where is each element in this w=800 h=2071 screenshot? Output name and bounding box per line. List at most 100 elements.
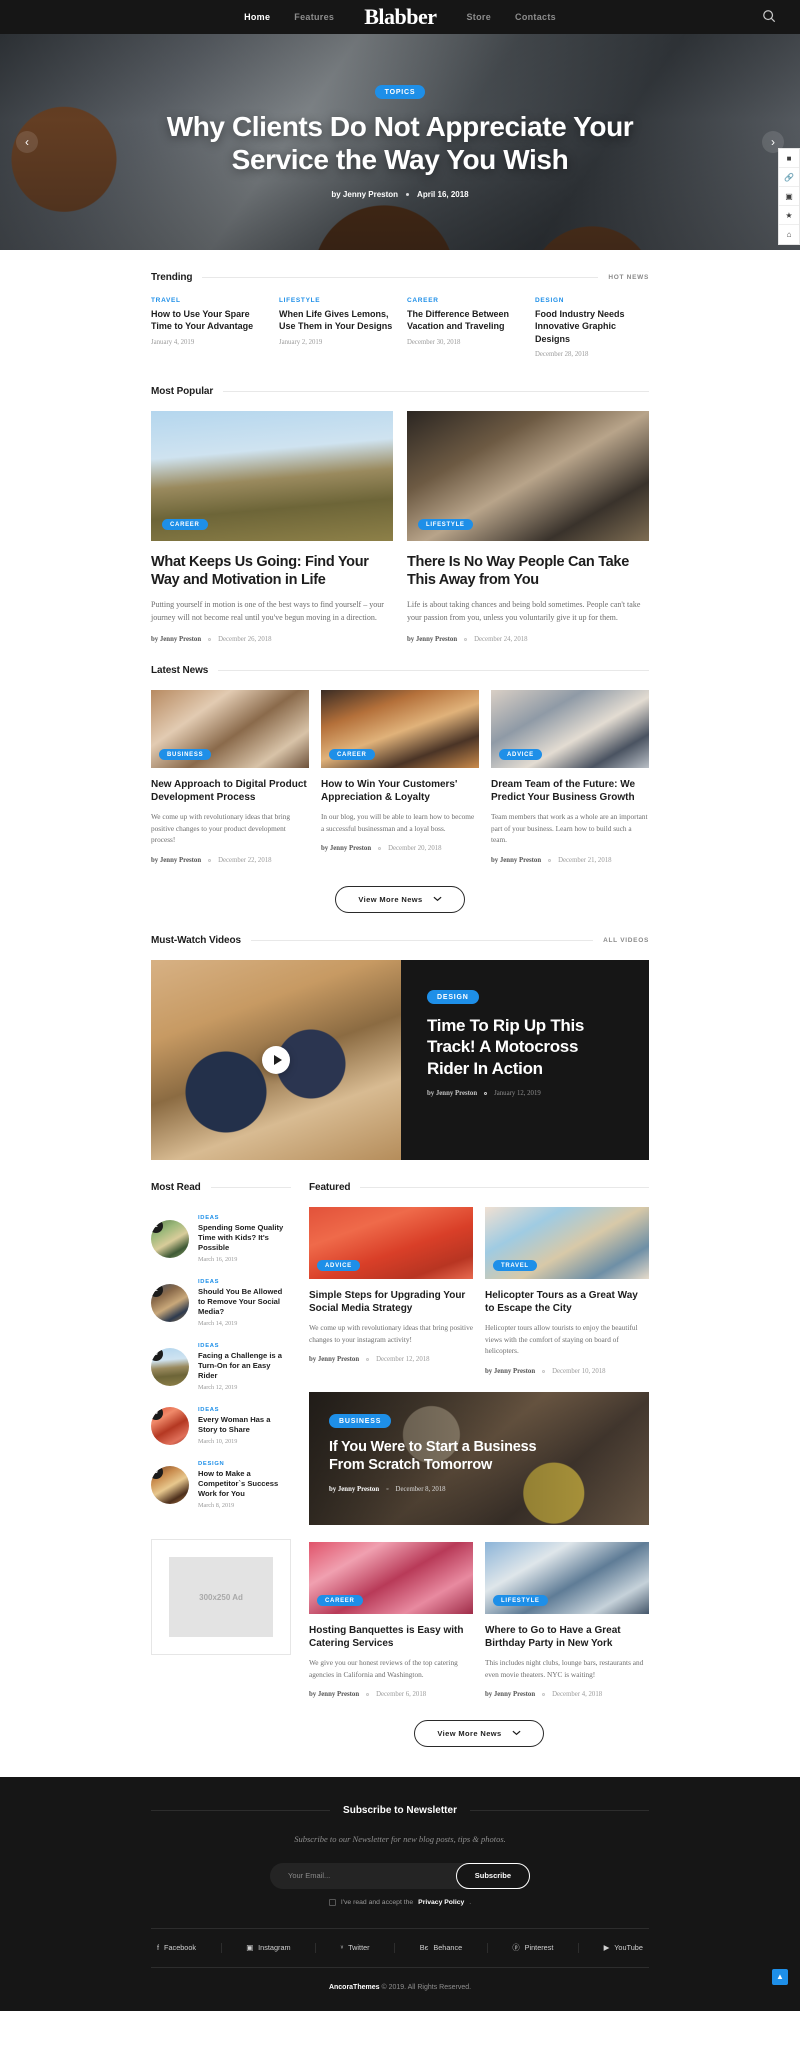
article-thumbnail[interactable]: 5 [151,1466,189,1505]
article-title[interactable]: Dream Team of the Future: We Predict You… [491,778,649,804]
social-link-facebook[interactable]: f Facebook [157,1943,196,1953]
subscribe-button[interactable]: Subscribe [455,1862,530,1889]
view-more-news-button-top[interactable]: View More News [335,886,465,914]
privacy-policy-link[interactable]: Privacy Policy [418,1899,464,1906]
hero-prev-arrow[interactable]: ‹ [16,131,38,153]
article-thumbnail[interactable]: CAREER [309,1542,473,1615]
category-badge[interactable]: BUSINESS [159,749,212,761]
social-link-twitter[interactable]: ᵛ Twitter [341,1943,370,1953]
category-badge[interactable]: LIFESTYLE [493,1595,548,1607]
social-link-instagram[interactable]: ▣ Instagram [246,1943,290,1953]
article-title[interactable]: The Difference Between Vacation and Trav… [407,308,521,333]
site-logo[interactable]: Blabber [358,4,442,30]
nav-item-store[interactable]: Store [467,12,492,22]
category-label[interactable]: CAREER [407,297,521,304]
article-title[interactable]: Simple Steps for Upgrading Your Social M… [309,1289,473,1315]
category-badge[interactable]: ADVICE [317,1260,360,1272]
category-label[interactable]: DESIGN [198,1461,291,1467]
article-title[interactable]: Where to Go to Have a Great Birthday Par… [485,1624,649,1650]
category-badge[interactable]: ADVICE [499,749,542,761]
category-label[interactable]: DESIGN [535,297,649,304]
play-icon[interactable] [262,1046,290,1075]
article-title[interactable]: How to Make a Competitor`s Success Work … [198,1469,291,1499]
article-title[interactable]: If You Were to Start a Business From Scr… [329,1438,569,1475]
trending-item[interactable]: CAREER The Difference Between Vacation a… [407,297,521,358]
featured-card[interactable]: TRAVEL Helicopter Tours as a Great Way t… [485,1207,649,1375]
image-icon[interactable]: ▣ [779,187,799,206]
most-read-item[interactable]: 2 IDEAS Should You Be Allowed to Remove … [151,1271,291,1335]
article-title[interactable]: There Is No Way People Can Take This Awa… [407,554,649,590]
nav-item-features[interactable]: Features [294,12,334,22]
category-label[interactable]: LIFESTYLE [279,297,393,304]
search-icon[interactable] [762,9,778,25]
brand-name[interactable]: AncoraThemes [329,1984,380,1991]
news-card[interactable]: ADVICE Dream Team of the Future: We Pred… [491,690,649,864]
social-link-behance[interactable]: Bє Behance [420,1943,462,1953]
video-thumbnail[interactable] [151,960,401,1161]
category-badge[interactable]: LIFESTYLE [418,519,473,531]
article-title[interactable]: When Life Gives Lemons, Use Them in Your… [279,308,393,333]
wide-featured-card[interactable]: BUSINESS If You Were to Start a Business… [309,1392,649,1526]
trending-item[interactable]: LIFESTYLE When Life Gives Lemons, Use Th… [279,297,393,358]
category-badge[interactable]: CAREER [317,1595,363,1607]
category-badge[interactable]: BUSINESS [329,1414,392,1429]
news-card[interactable]: CAREER How to Win Your Customers' Apprec… [321,690,479,864]
category-label[interactable]: IDEAS [198,1279,291,1285]
article-thumbnail[interactable]: ADVICE [491,690,649,769]
article-title[interactable]: How to Win Your Customers' Appreciation … [321,778,479,804]
article-thumbnail[interactable]: CAREER [151,411,393,542]
category-label[interactable]: TRAVEL [151,297,265,304]
view-more-news-button-bottom[interactable]: View More News [414,1720,544,1748]
featured-card[interactable]: LIFESTYLE Where to Go to Have a Great Bi… [485,1542,649,1698]
category-label[interactable]: IDEAS [198,1343,291,1349]
category-badge[interactable]: CAREER [162,519,208,531]
article-thumbnail[interactable]: 3 [151,1348,189,1387]
home-icon[interactable]: ⌂ [779,225,799,244]
link-icon[interactable]: 🔗 [779,168,799,187]
privacy-checkbox[interactable] [328,1898,336,1906]
article-thumbnail[interactable]: ADVICE [309,1207,473,1280]
most-read-item[interactable]: 3 IDEAS Facing a Challenge is a Turn-On … [151,1335,291,1399]
article-thumbnail[interactable]: LIFESTYLE [485,1542,649,1615]
article-title[interactable]: Helicopter Tours as a Great Way to Escap… [485,1289,649,1315]
hot-news-link[interactable]: HOT NEWS [608,274,649,281]
category-badge[interactable]: CAREER [329,749,375,761]
grid-icon[interactable]: ■ [779,149,799,168]
social-link-youtube[interactable]: ▶ YouTube [604,1943,643,1953]
all-videos-link[interactable]: ALL VIDEOS [603,937,649,944]
article-title[interactable]: Food Industry Needs Innovative Graphic D… [535,308,649,345]
article-thumbnail[interactable]: BUSINESS [151,690,309,769]
article-title[interactable]: Every Woman Has a Story to Share [198,1415,291,1435]
featured-card[interactable]: CAREER Hosting Banquettes is Easy with C… [309,1542,473,1698]
article-thumbnail[interactable]: TRAVEL [485,1207,649,1280]
trending-item[interactable]: DESIGN Food Industry Needs Innovative Gr… [535,297,649,358]
star-icon[interactable]: ★ [779,206,799,225]
article-thumbnail[interactable]: 2 [151,1284,189,1323]
video-title[interactable]: Time To Rip Up This Track! A Motocross R… [427,1015,623,1079]
most-read-item[interactable]: 5 DESIGN How to Make a Competitor`s Succ… [151,1453,291,1517]
category-badge[interactable]: TRAVEL [493,1260,537,1272]
category-label[interactable]: IDEAS [198,1407,291,1413]
article-title[interactable]: Spending Some Quality Time with Kids? It… [198,1223,291,1253]
ad-slot[interactable]: 300x250 Ad [151,1539,291,1656]
nav-item-home[interactable]: Home [244,12,270,22]
article-title[interactable]: Should You Be Allowed to Remove Your Soc… [198,1287,291,1317]
article-title[interactable]: Hosting Banquettes is Easy with Catering… [309,1624,473,1650]
most-read-item[interactable]: 1 IDEAS Spending Some Quality Time with … [151,1207,291,1271]
article-title[interactable]: New Approach to Digital Product Developm… [151,778,309,804]
social-link-pinterest[interactable]: ⓟ Pinterest [512,1943,553,1953]
popular-card[interactable]: CAREER What Keeps Us Going: Find Your Wa… [151,411,393,643]
category-badge[interactable]: DESIGN [427,990,479,1005]
featured-card[interactable]: ADVICE Simple Steps for Upgrading Your S… [309,1207,473,1375]
most-read-item[interactable]: 4 IDEAS Every Woman Has a Story to Share… [151,1399,291,1453]
hero-category-badge[interactable]: TOPICS [374,85,426,100]
article-title[interactable]: What Keeps Us Going: Find Your Way and M… [151,554,393,590]
article-thumbnail[interactable]: CAREER [321,690,479,769]
chevron-up-icon[interactable]: ▲ [772,1968,788,1985]
news-card[interactable]: BUSINESS New Approach to Digital Product… [151,690,309,864]
article-thumbnail[interactable]: 1 [151,1220,189,1259]
article-thumbnail[interactable]: 4 [151,1407,189,1446]
popular-card[interactable]: LIFESTYLE There Is No Way People Can Tak… [407,411,649,643]
nav-item-contacts[interactable]: Contacts [515,12,556,22]
article-thumbnail[interactable]: LIFESTYLE [407,411,649,542]
